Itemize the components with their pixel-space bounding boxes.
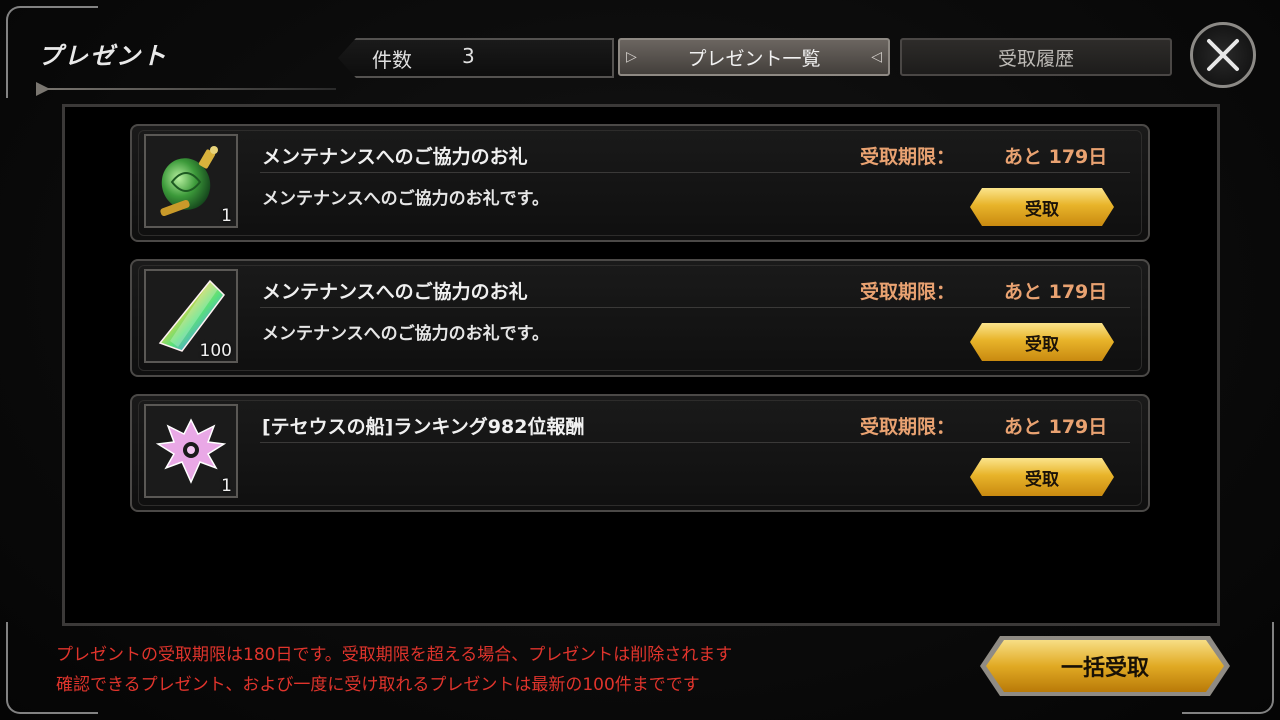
divider [260, 172, 1130, 173]
notice-text: プレゼントの受取期限は180日です。受取期限を超える場合、プレゼントは削除されま… [56, 645, 733, 665]
deadline-value: あと 179日 [1004, 146, 1108, 168]
tab-label: プレゼント一覧 [687, 47, 821, 70]
deadline-label: 受取期限： [860, 281, 956, 303]
item-thumbnail: 1 [144, 134, 238, 228]
pink-emblem-icon [155, 418, 227, 484]
present-card: 100 メンテナンスへのご協力のお礼 メンテナンスへのご協力のお礼です。 受取期… [130, 259, 1150, 377]
item-title: メンテナンスへのご協力のお礼 [262, 146, 528, 168]
present-card: 1 メンテナンスへのご協力のお礼 メンテナンスへのご協力のお礼です。 受取期限：… [130, 124, 1150, 242]
close-button[interactable] [1190, 22, 1256, 88]
deadline-value: あと 179日 [1004, 416, 1108, 438]
deadline-label: 受取期限： [860, 146, 956, 168]
green-potion-icon [160, 146, 218, 217]
item-title: [テセウスの船]ランキング982位報酬 [262, 416, 585, 438]
tab-present-list[interactable]: ▷ プレゼント一覧 ◁ [618, 38, 890, 76]
claim-button[interactable]: 受取 [970, 188, 1114, 226]
claim-all-button[interactable]: 一括受取 [986, 640, 1224, 692]
present-card: 1 [テセウスの船]ランキング982位報酬 受取期限： あと 179日 受取 [130, 394, 1150, 512]
close-icon [1207, 39, 1239, 71]
item-description: メンテナンスへのご協力のお礼です。 [262, 324, 549, 344]
item-title: メンテナンスへのご協力のお礼 [262, 281, 528, 303]
count-value: 3 [462, 44, 475, 68]
tab-label: 受取履歴 [997, 47, 1074, 70]
frame-corner-ornament [6, 622, 98, 714]
item-description: メンテナンスへのご協力のお礼です。 [262, 189, 549, 209]
chevron-right-icon: ▷ [626, 49, 637, 65]
tab-receive-history[interactable]: 受取履歴 [900, 38, 1172, 76]
divider [260, 442, 1130, 443]
chevron-left-icon: ◁ [871, 49, 882, 65]
divider [260, 307, 1130, 308]
item-quantity: 100 [199, 341, 232, 361]
item-quantity: 1 [221, 476, 232, 496]
title-underline [36, 82, 336, 96]
deadline-value: あと 179日 [1004, 281, 1108, 303]
claim-button[interactable]: 受取 [970, 458, 1114, 496]
item-thumbnail: 1 [144, 404, 238, 498]
claim-button[interactable]: 受取 [970, 323, 1114, 361]
page-title: プレゼント [38, 42, 168, 70]
deadline-label: 受取期限： [860, 416, 956, 438]
item-quantity: 1 [221, 206, 232, 226]
count-label: 件数 [372, 48, 412, 72]
item-thumbnail: 100 [144, 269, 238, 363]
notice-text: 確認できるプレゼント、および一度に受け取れるプレゼントは最新の100件までです [56, 675, 700, 695]
